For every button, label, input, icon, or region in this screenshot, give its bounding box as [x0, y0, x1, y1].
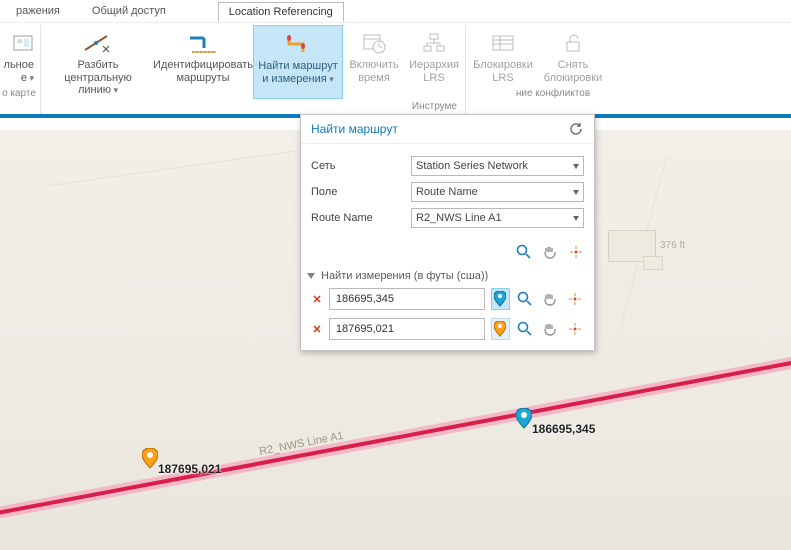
btn-identify-line1: Идентифицировать	[153, 59, 253, 72]
pan-icon[interactable]	[542, 244, 558, 260]
btn-find-line2: и измерения ▾	[262, 73, 334, 86]
pin-button-2[interactable]	[491, 318, 510, 340]
btn-enable-time[interactable]: Включить время	[343, 25, 405, 99]
unlock-icon	[562, 29, 584, 57]
btn-locks-line2: LRS	[492, 72, 513, 85]
tab-obshchiy-dostup[interactable]: Общий доступ	[82, 2, 176, 22]
panel-title: Найти маршрут	[311, 122, 398, 136]
find-route-icon	[283, 30, 313, 58]
identify-routes-icon	[188, 29, 218, 57]
chevron-down-icon	[573, 190, 579, 195]
chevron-down-icon	[573, 216, 579, 221]
btn-time-line2: время	[358, 72, 390, 85]
split-line-icon	[83, 29, 113, 57]
route-value: R2_NWS Line A1	[416, 212, 502, 224]
btn-lnoe-line1: льное	[4, 59, 34, 72]
btn-identify-line2: маршруты	[176, 72, 229, 85]
network-select[interactable]: Station Series Network	[411, 156, 584, 176]
collapse-icon	[307, 273, 315, 279]
network-label: Сеть	[311, 160, 411, 172]
route-tools	[301, 240, 594, 268]
field-select[interactable]: Route Name	[411, 182, 584, 202]
btn-release-line1: Снять	[558, 59, 589, 72]
zoom-icon[interactable]	[516, 244, 532, 260]
group-label-tools: Инструме	[412, 101, 463, 114]
measure-row-1: ✕	[301, 284, 594, 314]
tab-location-referencing[interactable]: Location Referencing	[218, 2, 344, 22]
measure-row-2: ✕	[301, 314, 594, 350]
refresh-icon[interactable]	[568, 121, 584, 137]
btn-identify-routes[interactable]: Идентифицировать маршруты	[153, 25, 253, 99]
btn-locks-line1: Блокировки	[473, 59, 533, 72]
ribbon-body: льное е ▾ о карте Разбить центральную ли…	[0, 22, 791, 114]
elevation-label: 376 ft	[660, 240, 685, 251]
calendar-clock-icon	[362, 29, 386, 57]
flash-icon[interactable]	[568, 244, 584, 260]
btn-find-line1: Найти маршрут	[258, 60, 338, 73]
btn-release-line2: блокировки	[544, 72, 602, 85]
hierarchy-icon	[422, 29, 446, 57]
pin-button-1[interactable]	[491, 288, 510, 310]
pan-measure-2[interactable]	[541, 318, 560, 340]
field-value: Route Name	[416, 186, 478, 198]
route-label: Route Name	[311, 212, 411, 224]
tab-zhacheniya[interactable]: ражения	[6, 2, 70, 22]
map-pin-orange-label: 187695,021	[158, 462, 221, 476]
btn-lrs-locks[interactable]: Блокировки LRS	[468, 25, 538, 86]
map-pin-blue-label: 186695,345	[532, 422, 595, 436]
group-label-conflicts: ние конфликтов	[516, 88, 590, 101]
measure-input-2[interactable]	[329, 318, 485, 340]
zoom-measure-1[interactable]	[516, 288, 535, 310]
route-select[interactable]: R2_NWS Line A1	[411, 208, 584, 228]
ribbon-tabs: ражения Общий доступ Location Referencin…	[0, 0, 791, 22]
zoom-measure-2[interactable]	[516, 318, 535, 340]
measures-section-header[interactable]: Найти измерения (в футы (сша))	[301, 268, 594, 284]
measure-input-1[interactable]	[329, 288, 485, 310]
remove-measure-1[interactable]: ✕	[311, 293, 323, 306]
map-pin-blue[interactable]	[516, 408, 532, 430]
locks-table-icon	[491, 29, 515, 57]
flash-measure-2[interactable]	[565, 318, 584, 340]
ribbon-group-tools: Разбить центральную линию ▾ Идентифициро…	[41, 25, 466, 114]
ribbon-group-locks: Блокировки LRS Снять блокировки ние конф…	[466, 25, 610, 114]
btn-split-line2: линию ▾	[78, 84, 118, 97]
btn-time-line1: Включить	[349, 59, 398, 72]
btn-split-centerline[interactable]: Разбить центральную линию ▾	[43, 25, 153, 99]
field-label: Поле	[311, 186, 411, 198]
ribbon-group-map: льное е ▾ о карте	[0, 25, 41, 114]
pan-measure-1[interactable]	[541, 288, 560, 310]
map-pin-orange[interactable]	[142, 448, 158, 470]
btn-find-route-measures[interactable]: Найти маршрут и измерения ▾	[253, 25, 343, 99]
svg-text:R2_NWS Line A1: R2_NWS Line A1	[258, 430, 344, 458]
network-value: Station Series Network	[416, 160, 528, 172]
btn-lrs-hierarchy[interactable]: Иерархия LRS	[405, 25, 463, 99]
btn-lnoe-line2: е ▾	[21, 72, 34, 85]
btn-split-line1: Разбить центральную	[45, 59, 151, 84]
map-icon	[12, 29, 34, 57]
panel-form: Сеть Station Series Network Поле Route N…	[301, 143, 594, 240]
find-route-panel: Найти маршрут Сеть Station Series Networ…	[300, 114, 595, 351]
measures-title: Найти измерения (в футы (сша))	[321, 270, 488, 282]
chevron-down-icon	[573, 164, 579, 169]
remove-measure-2[interactable]: ✕	[311, 323, 323, 336]
btn-lrsh-line1: Иерархия	[409, 59, 459, 72]
group-label-map: о карте	[2, 88, 36, 101]
btn-lnoe[interactable]: льное е ▾	[0, 25, 38, 86]
btn-release-locks[interactable]: Снять блокировки	[538, 25, 608, 86]
flash-measure-1[interactable]	[565, 288, 584, 310]
btn-lrsh-line2: LRS	[423, 72, 444, 85]
